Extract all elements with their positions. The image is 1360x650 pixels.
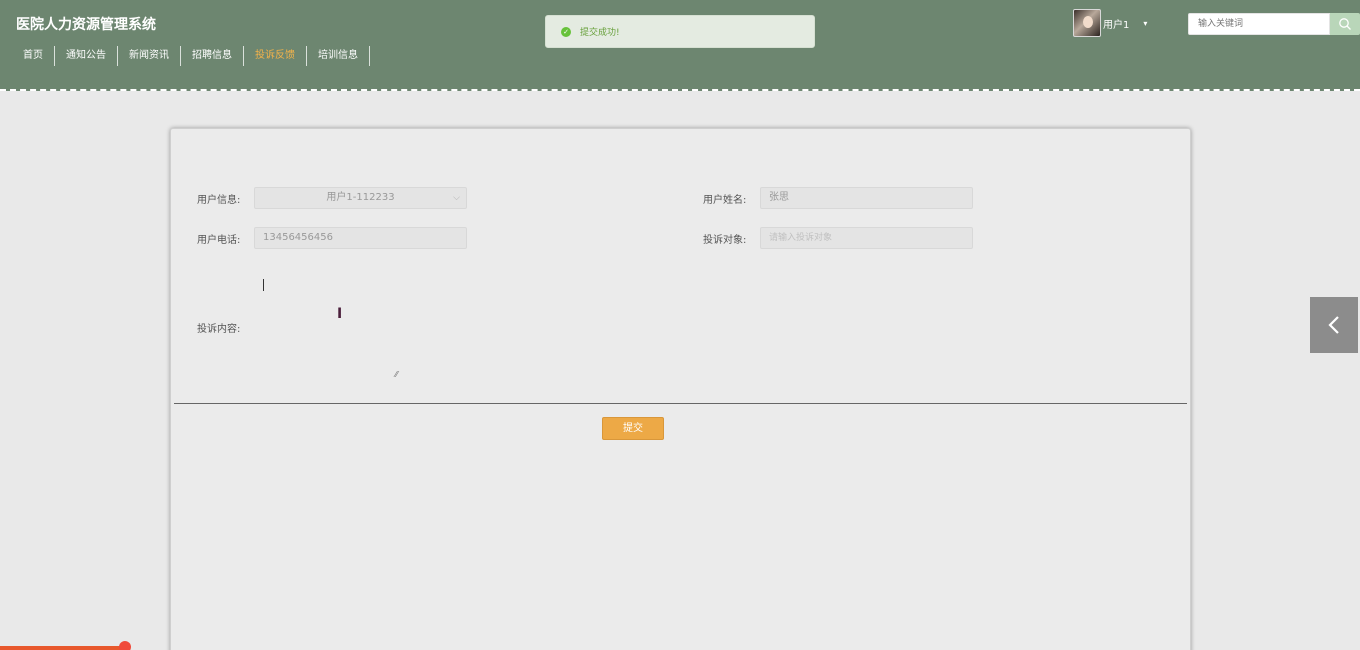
main-nav: 首页 通知公告 新闻资讯 招聘信息 投诉反馈 培训信息 (12, 46, 370, 66)
phone-field[interactable]: 13456456456 (254, 227, 467, 249)
target-input[interactable]: 请输入投诉对象 (760, 227, 973, 249)
chevron-left-icon (1328, 316, 1339, 334)
user-info-label: 用户信息: (197, 195, 241, 206)
content-textarea[interactable] (254, 269, 404, 381)
text-caret (263, 279, 264, 291)
submit-button[interactable]: 提交 (602, 417, 664, 440)
user-info-select[interactable]: 用户1-112233 ⌵ (254, 187, 467, 209)
user-name[interactable]: 用户1 (1103, 16, 1129, 31)
search-icon (1339, 18, 1351, 30)
success-toast: ✓ 提交成功! (545, 15, 815, 48)
nav-item-news[interactable]: 新闻资讯 (118, 46, 181, 66)
user-info-value: 用户1-112233 (326, 192, 395, 203)
ibeam-cursor-icon: I (337, 306, 343, 322)
check-circle-icon: ✓ (561, 26, 571, 37)
side-toggle-button[interactable] (1310, 297, 1358, 353)
user-menu[interactable]: 用户1 ▾ (1073, 9, 1147, 37)
toast-message: 提交成功! (580, 28, 620, 38)
search-input[interactable] (1188, 13, 1330, 35)
chevron-down-icon: ⌵ (453, 193, 460, 203)
progress-bar (0, 646, 120, 650)
recording-dot (119, 641, 131, 650)
nav-item-home[interactable]: 首页 (12, 46, 55, 66)
resize-grip-icon[interactable]: ⁄⁄ (395, 370, 398, 379)
nav-item-recruitment[interactable]: 招聘信息 (181, 46, 244, 66)
site-title: 医院人力资源管理系统 (16, 17, 156, 33)
nav-item-training[interactable]: 培训信息 (307, 46, 370, 66)
phone-label: 用户电话: (197, 235, 241, 246)
target-label: 投诉对象: (703, 235, 747, 246)
search-button[interactable] (1330, 13, 1360, 35)
divider (174, 403, 1187, 404)
nav-item-complaints[interactable]: 投诉反馈 (244, 46, 307, 66)
complaint-form: 用户信息: 用户1-112233 ⌵ 用户姓名: 张思 用户电话: 134564… (170, 128, 1191, 650)
user-name-label: 用户姓名: (703, 195, 747, 206)
nav-item-notices[interactable]: 通知公告 (55, 46, 118, 66)
avatar[interactable] (1073, 9, 1101, 37)
content-label: 投诉内容: (197, 324, 241, 335)
top-header: 医院人力资源管理系统 首页 通知公告 新闻资讯 招聘信息 投诉反馈 培训信息 ✓… (0, 0, 1360, 91)
chevron-down-icon[interactable]: ▾ (1143, 19, 1147, 28)
user-name-field[interactable]: 张思 (760, 187, 973, 209)
